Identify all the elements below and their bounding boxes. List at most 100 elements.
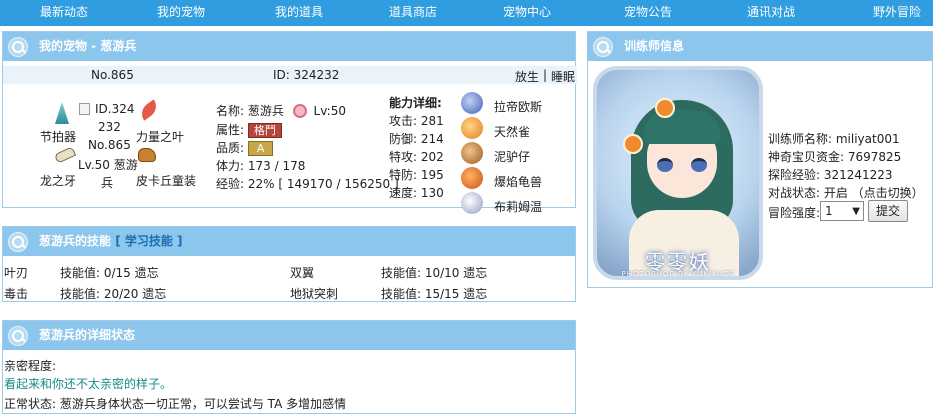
magnifier-icon <box>8 232 28 252</box>
item-power-herb-label: 力量之叶 <box>136 130 185 144</box>
pet-image-alt-line5: 兵 <box>101 176 114 190</box>
pet-hp: 173 / 178 <box>247 159 306 173</box>
stat-value: 281 <box>420 114 444 128</box>
pet-hp-label: 体力: <box>216 159 245 173</box>
avatar-credit: PHOTOSHOP·BY·YUKIKAZE <box>621 270 735 278</box>
team-pokemon-icon[interactable] <box>461 142 483 164</box>
pet-image-alt-line2: 232 <box>98 120 121 134</box>
difficulty-select[interactable]: 1 ▼ <box>820 201 864 221</box>
intimacy-text: 看起来和你还不太亲密的样子。 <box>4 377 173 391</box>
submit-button[interactable]: 提交 <box>868 200 908 222</box>
trainer-avatar: 零零妖 PHOTOSHOP·BY·YUKIKAZE <box>593 66 763 280</box>
trainer-money: 神奇宝贝资金: 7697825 <box>768 150 902 164</box>
stat-value: 202 <box>420 150 444 164</box>
type-badge: 格鬥 <box>247 123 282 138</box>
pet-panel-header: 我的宠物 - 葱游兵 <box>3 32 575 61</box>
pet-name-label: 名称: <box>216 104 245 118</box>
skill-name: 地狱突刺 <box>290 287 339 301</box>
magnifier-icon <box>593 37 613 57</box>
quality-badge: A <box>247 141 274 156</box>
stat-row: 攻击: 281 <box>389 112 444 129</box>
costume-icon[interactable] <box>138 148 156 162</box>
stat-row: 特攻: 202 <box>389 148 444 165</box>
team-member-name[interactable]: 爆焰龟兽 <box>494 173 542 190</box>
team-pokemon-icon[interactable] <box>461 92 483 114</box>
team-pokemon-icon[interactable] <box>461 167 483 189</box>
team-member-name[interactable]: 拉帝欧斯 <box>494 98 542 115</box>
pet-name-row: 名称: 葱游兵 Lv:50 <box>216 102 346 119</box>
nav-pet-announcement[interactable]: 宠物公告 <box>624 0 672 24</box>
skill-name: 毒击 <box>4 287 29 301</box>
pet-image-alt-line1: ID.324 <box>95 102 135 116</box>
team-member-name[interactable]: 泥驴仔 <box>494 148 530 165</box>
divider: | <box>543 68 548 82</box>
pet-image-alt-line4: Lv.50 葱游 <box>78 158 138 172</box>
status-panel-header: 葱游兵的详细状态 <box>3 321 575 350</box>
skill-value[interactable]: 技能值: 0/15 遗忘 <box>60 264 159 281</box>
team-member-name[interactable]: 布莉姆温 <box>494 198 542 215</box>
skill-value[interactable]: 技能值: 10/10 遗忘 <box>381 264 487 281</box>
nav-my-pets[interactable]: 我的宠物 <box>157 0 205 24</box>
flower-icon <box>655 98 675 118</box>
status-panel-title: 葱游兵的详细状态 <box>39 328 136 342</box>
trainer-panel-title: 训练师信息 <box>624 39 685 53</box>
nav-adventure[interactable]: 野外冒险 <box>873 0 921 24</box>
team-pokemon-icon[interactable] <box>461 192 483 214</box>
stat-label: 特攻: <box>389 150 418 164</box>
team-pokemon-icon[interactable] <box>461 117 483 139</box>
gender-icon <box>292 104 307 118</box>
skills-panel-title: 葱游兵的技能 [ 学习技能 ] <box>39 227 183 256</box>
difficulty-value: 1 <box>825 204 833 218</box>
broken-image-icon <box>79 103 90 115</box>
stat-row: 特防: 195 <box>389 166 444 183</box>
skill-value[interactable]: 技能值: 20/20 遗忘 <box>60 285 166 302</box>
nav-battle[interactable]: 通讯对战 <box>747 0 795 24</box>
skills-panel-header: 葱游兵的技能 [ 学习技能 ] <box>3 227 575 256</box>
skills-title: 葱游兵的技能 <box>39 234 112 248</box>
magnifier-icon <box>8 37 28 57</box>
stat-value: 130 <box>420 186 444 200</box>
nav-pet-center[interactable]: 宠物中心 <box>503 0 551 24</box>
item-dragon-fang-label: 龙之牙 <box>40 174 77 188</box>
pet-panel-title: 我的宠物 - 葱游兵 <box>39 39 137 53</box>
stat-label: 速度: <box>389 186 418 200</box>
pet-quality-label: 品质: <box>216 141 245 155</box>
stat-row: 速度: 130 <box>389 184 444 201</box>
skill-name: 叶刃 <box>4 266 29 280</box>
trainer-exp: 探险经验: 321241223 <box>768 168 893 182</box>
battle-status-toggle[interactable]: 对战状态: 开启 （点击切换） <box>768 184 924 201</box>
stat-row: 防御: 214 <box>389 130 444 147</box>
chevron-down-icon: ▼ <box>852 206 860 217</box>
sleep-link[interactable]: 睡眠 <box>551 68 575 85</box>
pet-image-alt-line3: No.865 <box>88 138 131 152</box>
learn-skill-link[interactable]: [ 学习技能 ] <box>115 234 182 248</box>
pet-name: 葱游兵 <box>247 104 284 118</box>
flower-icon <box>623 134 643 154</box>
pet-level: Lv:50 <box>313 104 346 118</box>
pet-hp-row: 体力: 173 / 178 <box>216 157 305 174</box>
skill-value[interactable]: 技能值: 15/15 遗忘 <box>381 285 487 302</box>
stat-label: 特防: <box>389 168 418 182</box>
stat-label: 防御: <box>389 132 418 146</box>
nav-item-shop[interactable]: 道具商店 <box>389 0 437 24</box>
release-link[interactable]: 放生 <box>515 68 539 85</box>
status-line: 正常状态: 葱游兵身体状态一切正常，可以尝试与 TA 多增加感情 <box>4 397 347 411</box>
nav-latest-news[interactable]: 最新动态 <box>40 0 88 24</box>
intimacy-label: 亲密程度: <box>4 359 57 373</box>
magnifier-icon <box>8 326 28 346</box>
stat-value: 195 <box>420 168 444 182</box>
difficulty-label: 冒险强度: <box>768 206 821 220</box>
pet-attr-label: 属性: <box>216 123 245 137</box>
stat-label: 攻击: <box>389 114 418 128</box>
pet-exp: 22% [ 149170 / 156250 ] <box>247 177 399 191</box>
pet-number: No.865 <box>91 68 134 82</box>
skill-name: 双翼 <box>290 266 315 280</box>
pet-attr-row: 属性: 格鬥 <box>216 121 282 138</box>
nav-my-items[interactable]: 我的道具 <box>275 0 323 24</box>
team-member-name[interactable]: 天然雀 <box>494 123 530 140</box>
pet-id: ID: 324232 <box>273 68 340 82</box>
top-nav: 最新动态 我的宠物 我的道具 道具商店 宠物中心 宠物公告 通讯对战 野外冒险 <box>0 0 933 26</box>
trainer-name: 训练师名称: miliyat001 <box>768 132 900 146</box>
item-metronome-label: 节拍器 <box>40 130 77 144</box>
stats-title: 能力详细: <box>389 96 442 110</box>
